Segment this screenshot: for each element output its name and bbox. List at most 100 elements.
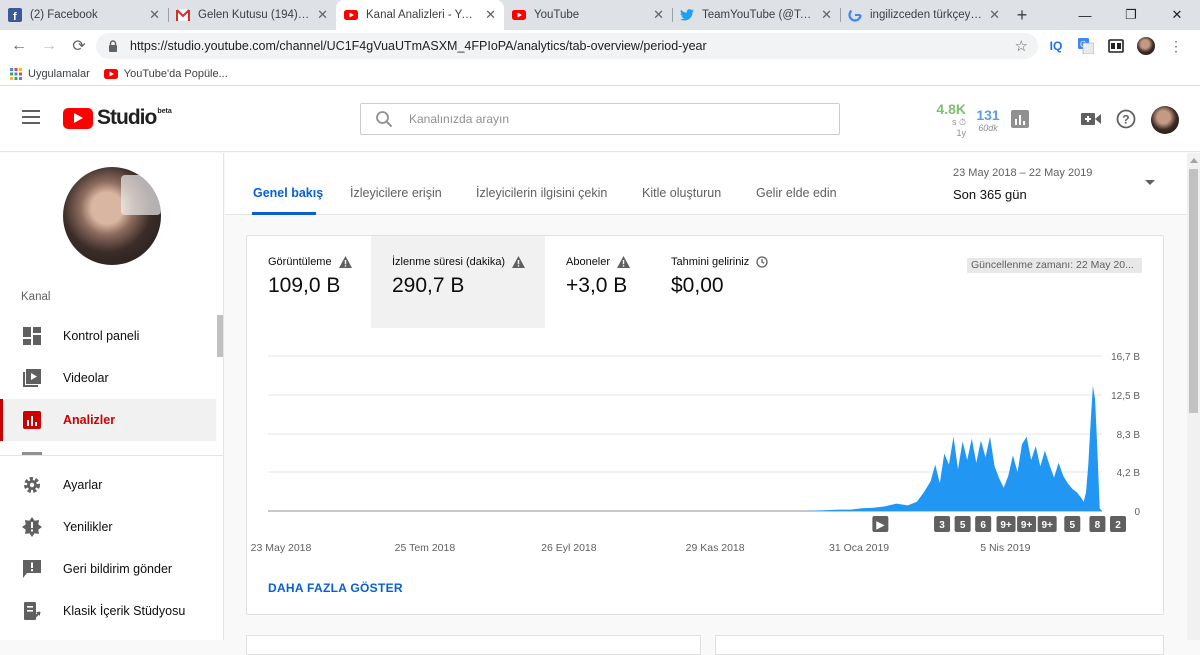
videos-icon	[22, 368, 42, 388]
show-more-link[interactable]: DAHA FAZLA GÖSTER	[268, 581, 403, 595]
sidebar-item-settings[interactable]: Ayarlar	[0, 464, 216, 506]
browser-tab-twitter[interactable]: TeamYouTube (@TeamY ✕	[672, 0, 840, 30]
period-selector[interactable]: 23 May 2018 – 22 May 2019 Son 365 gün	[953, 167, 1092, 202]
iq-extension-icon[interactable]: IQ	[1046, 36, 1066, 56]
annotation-marker[interactable]: 9+	[996, 516, 1016, 532]
annotation-marker[interactable]: 9+	[1037, 516, 1057, 532]
minimize-icon[interactable]: —	[1062, 0, 1108, 30]
browser-menu-icon[interactable]: ⋮	[1166, 36, 1186, 56]
profile-avatar-icon[interactable]	[1136, 36, 1156, 56]
metric-subscribers[interactable]: Aboneler +3,0 B	[545, 236, 650, 328]
chart-area-series[interactable]	[268, 385, 1102, 511]
close-tab-icon[interactable]: ✕	[653, 7, 664, 23]
sidebar-divider	[0, 455, 223, 456]
bookmark-youtube-popular[interactable]: YouTube'da Popüle...	[103, 68, 228, 80]
browser-tab-gmail[interactable]: Gelen Kutusu (194) - se ✕	[168, 0, 336, 30]
bookmark-apps[interactable]: Uygulamalar	[10, 67, 90, 80]
metric-name: Aboneler	[566, 256, 611, 268]
tab-revenue[interactable]: Gelir elde edin	[756, 186, 837, 200]
restore-icon[interactable]: ❐	[1108, 0, 1154, 30]
x-tick-label: 26 Eyl 2018	[541, 542, 597, 554]
close-window-icon[interactable]: ✕	[1154, 0, 1200, 30]
browser-tab-title: YouTube	[534, 9, 580, 21]
overview-card: Görüntüleme 109,0 B İzlenme süresi (daki…	[246, 235, 1164, 615]
channel-avatar[interactable]	[63, 167, 161, 265]
facebook-icon: f	[8, 8, 22, 22]
menu-hamburger-icon[interactable]	[22, 110, 40, 124]
annotation-marker[interactable]: 8	[1089, 516, 1106, 532]
tab-audience[interactable]: Kitle oluşturun	[642, 186, 721, 200]
browser-tab-google[interactable]: ingilizceden türkçeye ç ✕	[840, 0, 1008, 30]
sidebar-scrollbar[interactable]	[217, 315, 223, 357]
sidebar-item-dashboard[interactable]: Kontrol paneli	[0, 315, 216, 357]
close-tab-icon[interactable]: ✕	[485, 7, 496, 23]
window-controls: — ❐ ✕	[1062, 0, 1200, 30]
reload-icon[interactable]: ⟳	[64, 32, 94, 60]
metric-revenue[interactable]: Tahmini geliriniz $0,00	[650, 236, 790, 328]
channel-search-box[interactable]	[360, 103, 840, 135]
create-video-icon[interactable]	[1079, 107, 1103, 131]
metric-views[interactable]: Görüntüleme 109,0 B	[247, 236, 371, 328]
annotation-marker[interactable]: 5	[954, 516, 971, 532]
bookmark-star-icon[interactable]: ☆	[1015, 37, 1028, 55]
tab-engagement[interactable]: İzleyicilerin ilgisini çekin	[476, 186, 607, 200]
browser-tab-youtube[interactable]: YouTube ✕	[504, 0, 672, 30]
new-tab-button[interactable]: +	[1008, 0, 1036, 30]
browser-tab-analytics[interactable]: Kanal Analizleri - YouTu ✕	[336, 0, 504, 30]
sidebar-item-videos[interactable]: Videolar	[0, 357, 216, 399]
search-input[interactable]	[409, 112, 809, 126]
back-arrow-icon[interactable]: ←	[4, 32, 34, 60]
annotation-marker[interactable]: 5	[1064, 516, 1081, 532]
sidebar-item-classic-studio[interactable]: Klasik İçerik Stüdyosu	[0, 590, 216, 632]
close-tab-icon[interactable]: ✕	[149, 7, 160, 23]
metric-watch-time[interactable]: İzlenme süresi (dakika) 290,7 B	[371, 236, 545, 328]
metric-name: Tahmini geliriniz	[671, 256, 750, 268]
gmail-icon	[176, 8, 190, 22]
x-tick-label: 31 Oca 2019	[829, 542, 889, 554]
tab-overview[interactable]: Genel bakış	[253, 186, 323, 200]
account-avatar[interactable]	[1151, 106, 1179, 134]
minutes-value: 131	[976, 107, 1000, 123]
page-scrollbar[interactable]	[1187, 153, 1200, 640]
close-tab-icon[interactable]: ✕	[989, 7, 1000, 23]
annotation-marker[interactable]: 9+	[1017, 516, 1037, 532]
help-icon[interactable]: ?	[1114, 107, 1138, 131]
browser-tab-title: ingilizceden türkçeye ç	[870, 9, 984, 21]
annotation-marker[interactable]: ▶	[872, 516, 889, 532]
annotation-marker[interactable]: 6	[975, 516, 992, 532]
browser-tab-facebook[interactable]: f (2) Facebook ✕	[0, 0, 168, 30]
lock-icon	[108, 40, 122, 52]
close-tab-icon[interactable]: ✕	[821, 7, 832, 23]
forward-arrow-icon[interactable]: →	[34, 32, 64, 60]
sidebar-item-feedback[interactable]: Geri bildirim gönder	[0, 548, 216, 590]
realtime-views-stat[interactable]: 4.8K s ⏱ 1y	[932, 101, 966, 139]
annotation-label: 9+	[1000, 520, 1012, 531]
metric-value: +3,0 B	[566, 274, 628, 297]
sidebar-item-whats-new[interactable]: Yenilikler	[0, 506, 216, 548]
youtube-icon	[512, 8, 526, 22]
scrollbar-thumb[interactable]	[1189, 169, 1198, 413]
x-tick-label: 23 May 2018	[251, 542, 312, 554]
annotation-label: 8	[1095, 520, 1101, 531]
browser-toolbar: ← → ⟳ https://studio.youtube.com/channel…	[0, 30, 1200, 62]
dashboard-icon	[22, 326, 42, 346]
extension-puzzle-icon[interactable]	[1106, 36, 1126, 56]
studio-logo[interactable]: Studio beta	[63, 106, 172, 130]
tab-reach[interactable]: İzleyicilere erişin	[350, 186, 442, 200]
sidebar-item-analytics[interactable]: Analizler	[0, 399, 216, 441]
sidebar-item-label: Geri bildirim gönder	[63, 562, 173, 576]
address-bar[interactable]: https://studio.youtube.com/channel/UC1F4…	[96, 33, 1038, 59]
analytics-tabs: Genel bakış İzleyicilere erişin İzleyici…	[225, 153, 1187, 215]
chevron-down-icon[interactable]	[1145, 180, 1155, 185]
metric-value: 109,0 B	[268, 274, 341, 297]
warning-icon	[338, 256, 352, 268]
extension-icons: IQ G ⋮	[1046, 30, 1186, 62]
close-tab-icon[interactable]: ✕	[317, 7, 328, 23]
annotation-marker[interactable]: 3	[934, 516, 951, 532]
minutes-stat[interactable]: 131 60dk	[972, 107, 1004, 133]
scroll-up-icon[interactable]	[1190, 158, 1198, 163]
translate-extension-icon[interactable]: G	[1076, 36, 1096, 56]
clock-icon: ⏱	[958, 117, 966, 127]
annotation-marker[interactable]: 2	[1109, 516, 1126, 532]
analytics-chart-icon[interactable]	[1008, 107, 1032, 131]
